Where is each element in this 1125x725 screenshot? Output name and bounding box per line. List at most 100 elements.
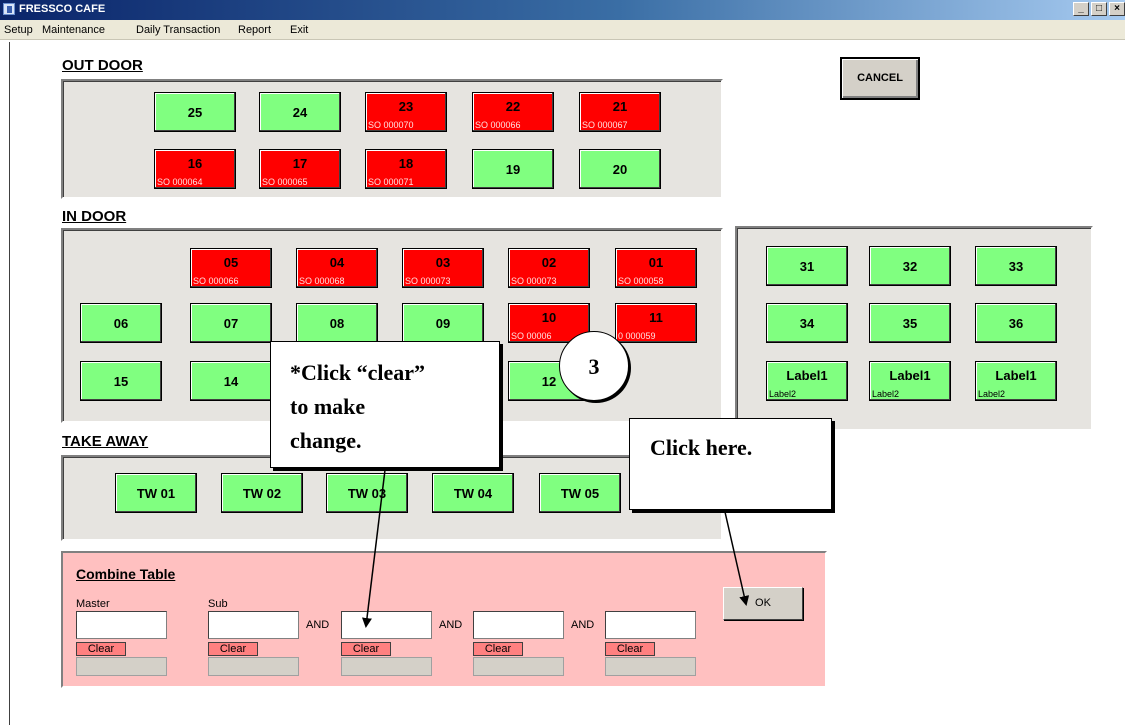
table-number: 08 — [329, 316, 345, 331]
callout-line-2: to make — [290, 394, 366, 419]
table-button-05[interactable]: 05 SO 000066 — [190, 248, 272, 288]
sales-order-number: SO 000064 — [157, 177, 203, 187]
table-number: 19 — [505, 162, 521, 177]
table-number: TW 02 — [242, 486, 282, 501]
sales-order-number: SO 000066 — [193, 276, 239, 286]
table-button-15[interactable]: 15 — [80, 361, 162, 401]
maximize-button[interactable]: □ — [1091, 2, 1107, 16]
table-button-11[interactable]: 11 0 000059 — [615, 303, 697, 343]
clear-button-sub-2[interactable]: Clear — [341, 642, 391, 656]
app-icon — [3, 3, 15, 15]
table-button-06[interactable]: 06 — [80, 303, 162, 343]
table-button-17[interactable]: 17 SO 000065 — [259, 149, 341, 189]
table-button-tw-1[interactable]: TW 01 — [115, 473, 197, 513]
table-button-right-4[interactable]: 34 — [766, 303, 848, 343]
table-button-16[interactable]: 16 SO 000064 — [154, 149, 236, 189]
table-button-02[interactable]: 02 SO 000073 — [508, 248, 590, 288]
table-number: TW 03 — [347, 486, 387, 501]
table-button-07[interactable]: 07 — [190, 303, 272, 343]
menu-daily-transaction[interactable]: Daily Transaction — [136, 24, 220, 36]
table-sublabel: Label2 — [769, 389, 797, 399]
table-number: Label1 — [995, 368, 1037, 383]
table-button-04[interactable]: 04 SO 000068 — [296, 248, 378, 288]
sales-order-number: SO 000073 — [405, 276, 451, 286]
window-title: FRESSCO CAFE — [19, 3, 106, 15]
indoor-heading: IN DOOR — [62, 208, 127, 225]
table-button-09[interactable]: 09 — [402, 303, 484, 343]
table-number: 23 — [398, 99, 414, 114]
table-button-08[interactable]: 08 — [296, 303, 378, 343]
sub-input-4[interactable] — [605, 611, 696, 639]
table-number: 33 — [1008, 259, 1024, 274]
table-number: 22 — [505, 99, 521, 114]
table-number: 16 — [187, 156, 203, 171]
table-button-tw-3[interactable]: TW 03 — [326, 473, 408, 513]
table-sublabel: Label2 — [978, 389, 1006, 399]
clear-button-sub-4[interactable]: Clear — [605, 642, 655, 656]
clear-button-sub-3[interactable]: Clear — [473, 642, 523, 656]
title-bar: FRESSCO CAFE _ □ × — [0, 0, 1125, 20]
sub-label: Sub — [208, 598, 228, 610]
table-button-right-9[interactable]: Label1 Label2 — [975, 361, 1057, 401]
table-button-right-6[interactable]: 36 — [975, 303, 1057, 343]
master-display — [76, 657, 167, 676]
sales-order-number: SO 000070 — [368, 120, 414, 130]
table-button-14[interactable]: 14 — [190, 361, 272, 401]
table-button-21[interactable]: 21 SO 000067 — [579, 92, 661, 132]
sub-display-4 — [605, 657, 696, 676]
table-number: 11 — [649, 310, 663, 325]
table-button-18[interactable]: 18 SO 000071 — [365, 149, 447, 189]
table-button-right-3[interactable]: 33 — [975, 246, 1057, 286]
callout-line-1: *Click “clear” — [290, 360, 426, 385]
table-number: 02 — [541, 255, 557, 270]
table-number: 24 — [292, 105, 308, 120]
and-label-2: AND — [439, 619, 463, 631]
table-button-24[interactable]: 24 — [259, 92, 341, 132]
table-button-03[interactable]: 03 SO 000073 — [402, 248, 484, 288]
table-number: 32 — [902, 259, 918, 274]
table-button-22[interactable]: 22 SO 000066 — [472, 92, 554, 132]
table-number: 09 — [435, 316, 451, 331]
minimize-button[interactable]: _ — [1073, 2, 1089, 16]
table-number: 05 — [223, 255, 239, 270]
table-button-right-5[interactable]: 35 — [869, 303, 951, 343]
clear-button-sub-1[interactable]: Clear — [208, 642, 258, 656]
table-button-tw-4[interactable]: TW 04 — [432, 473, 514, 513]
table-button-right-1[interactable]: 31 — [766, 246, 848, 286]
cancel-button[interactable]: CANCEL — [840, 57, 920, 100]
sub-input-1[interactable] — [208, 611, 299, 639]
takeaway-heading: TAKE AWAY — [62, 433, 149, 450]
clear-button-master[interactable]: Clear — [76, 642, 126, 656]
menu-setup[interactable]: Setup — [4, 24, 33, 36]
table-button-tw-5[interactable]: TW 05 — [539, 473, 621, 513]
table-button-25[interactable]: 25 — [154, 92, 236, 132]
window-left-edge — [9, 42, 10, 725]
sub-display-3 — [473, 657, 564, 676]
sales-order-number: SO 000071 — [368, 177, 414, 187]
close-button[interactable]: × — [1109, 2, 1125, 16]
callout-line-3: change. — [290, 428, 362, 453]
table-button-right-8[interactable]: Label1 Label2 — [869, 361, 951, 401]
table-number: 07 — [223, 316, 239, 331]
table-button-19[interactable]: 19 — [472, 149, 554, 189]
table-number: 17 — [292, 156, 308, 171]
table-button-right-2[interactable]: 32 — [869, 246, 951, 286]
table-number: 36 — [1008, 316, 1024, 331]
sales-order-number: SO 00006 — [511, 331, 552, 341]
table-button-20[interactable]: 20 — [579, 149, 661, 189]
sales-order-number: SO 000066 — [475, 120, 521, 130]
ok-button[interactable]: OK — [723, 587, 803, 620]
menu-exit[interactable]: Exit — [290, 24, 308, 36]
sub-input-3[interactable] — [473, 611, 564, 639]
sub-display-2 — [341, 657, 432, 676]
table-button-right-7[interactable]: Label1 Label2 — [766, 361, 848, 401]
table-button-tw-2[interactable]: TW 02 — [221, 473, 303, 513]
table-button-23[interactable]: 23 SO 000070 — [365, 92, 447, 132]
master-input[interactable] — [76, 611, 167, 639]
sub-input-2[interactable] — [341, 611, 432, 639]
table-button-01[interactable]: 01 SO 000058 — [615, 248, 697, 288]
sales-order-number: SO 000067 — [582, 120, 628, 130]
menu-report[interactable]: Report — [238, 24, 271, 36]
menu-maintenance[interactable]: Maintenance — [42, 24, 105, 36]
table-number: 34 — [799, 316, 815, 331]
